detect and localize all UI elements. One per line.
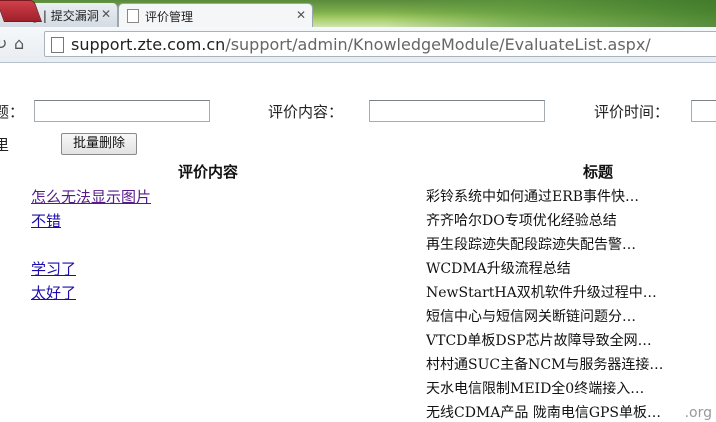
page-icon: [127, 9, 139, 23]
title-cell: VTCD单板DSP芯片故障导致全网…: [426, 333, 652, 349]
title-cell: 齐齐哈尔DO专项优化经验总结: [426, 213, 617, 229]
tab-label: 评价管理: [145, 10, 194, 24]
title-filter-input[interactable]: [34, 100, 210, 122]
close-icon[interactable]: ✕: [296, 8, 306, 22]
title-cell: 天水电信限制MEID全0终端接入…: [426, 381, 645, 397]
page-content: 题： 评价内容： 评价时间： 里 批量删除 评价内容 标题 怎么无法显示图片 不…: [0, 63, 716, 421]
title-cell: 无线CDMA产品 陇南电信GPS单板…: [426, 405, 662, 421]
tab-evaluate-management[interactable]: 评价管理 ✕: [118, 3, 313, 27]
title-filter-label: 题：: [0, 103, 25, 121]
title-cell: WCDMA升级流程总结: [426, 261, 571, 277]
time-filter-input[interactable]: [691, 100, 716, 122]
close-icon[interactable]: ✕: [101, 7, 111, 21]
evaluation-link[interactable]: 学习了: [31, 258, 76, 279]
tab-bar: n.org | 提交漏洞 ✕ 评价管理 ✕: [0, 0, 716, 27]
title-cell: NewStartHA双机软件升级过程中…: [426, 285, 657, 301]
address-bar[interactable]: support.zte.com.cn/support/admin/Knowled…: [44, 31, 716, 57]
evaluation-link[interactable]: 不错: [31, 210, 61, 231]
title-cell: 再生段踪迹失配段踪迹失配告警…: [426, 237, 636, 253]
column-header-content: 评价内容: [178, 163, 239, 181]
evaluation-link[interactable]: 怎么无法显示图片: [31, 186, 151, 207]
refresh-icon[interactable]: ↻: [0, 34, 7, 53]
url-text[interactable]: support.zte.com.cn/support/admin/Knowled…: [71, 35, 651, 54]
url-path: /support/admin/KnowledgeModule/EvaluateL…: [225, 35, 651, 54]
page-icon: [51, 37, 64, 53]
column-header-title: 标题: [583, 163, 614, 181]
title-cell: 彩铃系统中如何通过ERB事件快…: [426, 189, 640, 205]
row-label: 里: [0, 136, 10, 154]
theme-background: [386, 0, 716, 27]
address-toolbar: ↻ ⌂ support.zte.com.cn/support/admin/Kno…: [0, 27, 716, 63]
title-cell: 村村通SUC主备NCM与服务器连接…: [426, 357, 664, 373]
content-filter-label: 评价内容：: [268, 103, 344, 121]
home-icon[interactable]: ⌂: [14, 34, 24, 53]
url-host: support.zte.com.cn: [71, 35, 226, 54]
evaluation-link[interactable]: 太好了: [31, 282, 76, 303]
content-filter-input[interactable]: [369, 100, 545, 122]
batch-delete-button[interactable]: 批量删除: [61, 133, 137, 155]
time-filter-label: 评价时间：: [594, 103, 670, 121]
title-cell: 短信中心与短信网关断链问题分…: [426, 309, 636, 325]
